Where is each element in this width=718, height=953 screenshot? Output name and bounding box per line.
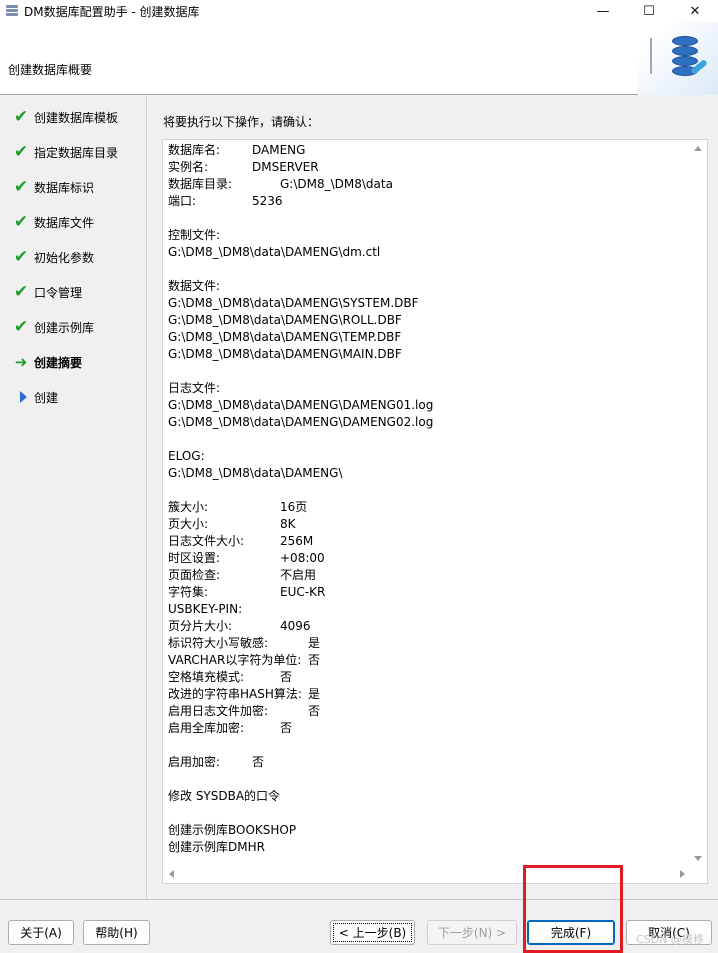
summary-line: 改进的字符串HASH算法: 是	[168, 687, 321, 701]
watermark: CSDN @模移	[636, 933, 704, 946]
maximize-button[interactable]: ☐	[626, 0, 672, 22]
summary-line: 字符集: EUC-KR	[168, 585, 326, 599]
summary-line: G:\DM8_\DM8\data\DAMENG\dm.ctl	[168, 245, 381, 259]
summary-line: G:\DM8_\DM8\data\DAMENG\ROLL.DBF	[168, 313, 402, 327]
vertical-scrollbar[interactable]	[690, 140, 707, 867]
summary-line: VARCHAR以字符为单位: 否	[168, 653, 321, 667]
step-db-identifier: ✔ 数据库标识	[0, 177, 147, 197]
step-summary: ➜ 创建摘要	[0, 352, 147, 372]
summary-line: 页大小: 8K	[168, 517, 296, 531]
step-label: 初始化参数	[34, 250, 95, 265]
close-button[interactable]: ✕	[672, 0, 718, 22]
summary-line: USBKEY-PIN:	[168, 602, 243, 616]
summary-text-area[interactable]: 数据库名: DAMENG 实例名: DMSERVER 数据库目录: G:\DM8_\D…	[162, 139, 708, 884]
summary-content: 数据库名: DAMENG 实例名: DMSERVER 数据库目录: G:\DM8_\D…	[168, 142, 688, 867]
summary-line: 数据库目录: G:\DM8_\DM8\data	[168, 177, 393, 191]
summary-line: G:\DM8_\DM8\data\DAMENG\SYSTEM.DBF	[168, 296, 419, 310]
summary-line: 日志文件大小: 256M	[168, 534, 314, 548]
page-title: 创建数据库概要	[8, 63, 93, 77]
app-icon	[5, 4, 19, 18]
summary-line: 数据文件:	[168, 279, 221, 293]
arrow-right-icon: ➜	[14, 353, 28, 371]
summary-line: 端口: 5236	[168, 194, 283, 208]
step-label: 数据库文件	[34, 215, 95, 230]
summary-line: G:\DM8_\DM8\data\DAMENG\TEMP.DBF	[168, 330, 402, 344]
summary-line: 页面检查: 不启用	[168, 568, 317, 582]
summary-line: 数据库名: DAMENG	[168, 143, 306, 157]
summary-line: 日志文件:	[168, 381, 221, 395]
annotation-highlight-box	[523, 865, 623, 953]
check-icon: ✔	[13, 211, 29, 232]
summary-line: 启用日志文件加密: 否	[168, 704, 321, 718]
step-init-params: ✔ 初始化参数	[0, 247, 147, 267]
step-label: 口令管理	[34, 285, 83, 300]
summary-line: 实例名: DMSERVER	[168, 160, 319, 174]
summary-line: ELOG:	[168, 449, 205, 463]
check-icon: ✔	[13, 176, 29, 197]
summary-line: 修改 SYSDBA的口令	[168, 789, 281, 803]
summary-line: 空格填充模式: 否	[168, 670, 293, 684]
step-db-files: ✔ 数据库文件	[0, 212, 147, 232]
scroll-up-icon[interactable]	[694, 146, 702, 151]
check-icon: ✔	[13, 281, 29, 302]
summary-line: 启用加密: 否	[168, 755, 265, 769]
wizard-header: 创建数据库概要	[0, 22, 718, 95]
step-create: 创建	[0, 387, 147, 407]
step-label: 创建示例库	[34, 320, 95, 335]
check-icon: ✔	[13, 141, 29, 162]
help-button[interactable]: 帮助(H)	[83, 920, 150, 945]
step-label: 创建	[34, 390, 59, 405]
prev-button[interactable]: < 上一步(B)	[330, 920, 415, 945]
step-label: 创建摘要	[34, 355, 83, 370]
summary-line: G:\DM8_\DM8\data\DAMENG\DAMENG01.log	[168, 398, 434, 412]
summary-line: 启用全库加密: 否	[168, 721, 293, 735]
summary-line: G:\DM8_\DM8\data\DAMENG\MAIN.DBF	[168, 347, 402, 361]
summary-line: 页分片大小: 4096	[168, 619, 311, 633]
scroll-right-icon[interactable]	[680, 870, 685, 878]
check-icon: ✔	[13, 106, 29, 127]
summary-line: 创建示例库DMHR	[168, 840, 265, 854]
summary-line: 控制文件:	[168, 228, 221, 242]
minimize-button[interactable]: —	[580, 0, 626, 22]
window-title: DM数据库配置助手 - 创建数据库	[24, 4, 200, 19]
confirm-label: 将要执行以下操作，请确认：	[163, 115, 320, 129]
wizard-steps: ✔ 创建数据库模板 ✔ 指定数据库目录 ✔ 数据库标识 ✔ 数据库文件 ✔ 初始…	[0, 96, 147, 899]
summary-line: 标识符大小写敏感: 是	[168, 636, 321, 650]
step-sample-db: ✔ 创建示例库	[0, 317, 147, 337]
step-label: 数据库标识	[34, 180, 95, 195]
triangle-right-icon	[11, 389, 31, 405]
scroll-down-icon[interactable]	[694, 856, 702, 861]
horizontal-scrollbar[interactable]	[163, 866, 707, 883]
summary-line: 簇大小: 16页	[168, 500, 308, 514]
summary-line: 时区设置: +08:00	[168, 551, 325, 565]
next-button[interactable]: 下一步(N) >	[427, 920, 517, 945]
title-bar: DM数据库配置助手 - 创建数据库 — ☐ ✕	[0, 0, 718, 22]
check-icon: ✔	[13, 246, 29, 267]
step-label: 创建数据库模板	[34, 110, 119, 125]
summary-line: G:\DM8_\DM8\data\DAMENG\DAMENG02.log	[168, 415, 434, 429]
step-db-directory: ✔ 指定数据库目录	[0, 142, 147, 162]
step-create-template: ✔ 创建数据库模板	[0, 107, 147, 127]
about-button[interactable]: 关于(A)	[8, 920, 74, 945]
step-password: ✔ 口令管理	[0, 282, 147, 302]
database-icon	[638, 22, 718, 95]
summary-line: 创建示例库BOOKSHOP	[168, 823, 297, 837]
step-label: 指定数据库目录	[34, 145, 119, 160]
scroll-left-icon[interactable]	[169, 870, 174, 878]
check-icon: ✔	[13, 316, 29, 337]
summary-line: G:\DM8_\DM8\data\DAMENG\	[168, 466, 343, 480]
